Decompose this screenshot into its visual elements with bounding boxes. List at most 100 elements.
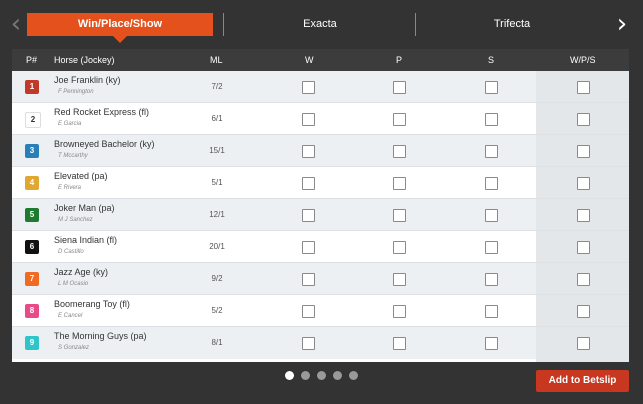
table-row: 6 Siena Indian (fl) D Castillo 20/1 [12,231,536,263]
win-checkbox[interactable] [302,113,315,126]
show-checkbox[interactable] [485,273,498,286]
table-row: 1 Joe Franklin (ky) F Pennington 7/2 [12,71,536,103]
jockey-name: E Garcia [58,121,82,127]
morning-line-odds: 20/1 [209,242,225,251]
horse-name: Joe Franklin (ky) [54,75,121,85]
col-win: W [305,55,314,65]
morning-line-odds: 8/1 [211,338,223,347]
jockey-name: M J Sanchez [58,217,93,223]
col-wps: W/P/S [570,55,596,65]
page-dot-1[interactable] [285,371,294,380]
place-checkbox[interactable] [393,113,406,126]
place-checkbox[interactable] [393,337,406,350]
wps-checkbox[interactable] [577,337,590,350]
horse-name: The Morning Guys (pa) [54,331,147,341]
chevron-left-icon[interactable]: ‹ [6,10,26,38]
col-pp: P# [26,55,38,65]
win-checkbox[interactable] [302,305,315,318]
table-row: 8 Boomerang Toy (fl) E Cancel 5/2 [12,295,536,327]
table-row: 3 Browneyed Bachelor (ky) T Mccarthy 15/1 [12,135,536,167]
place-checkbox[interactable] [393,81,406,94]
morning-line-odds: 9/2 [211,274,223,283]
page-dot-5[interactable] [349,371,358,380]
post-position-badge: 7 [25,272,39,286]
show-checkbox[interactable] [485,177,498,190]
win-checkbox[interactable] [302,337,315,350]
tab-divider [223,13,224,36]
page-dot-3[interactable] [317,371,326,380]
morning-line-odds: 5/2 [211,306,223,315]
col-show: S [488,55,495,65]
add-to-betslip-button[interactable]: Add to Betslip [536,370,629,392]
wps-checkbox[interactable] [577,241,590,254]
bet-type-bar: ‹ Win/Place/Show Exacta Trifecta › [0,0,643,47]
wps-checkbox[interactable] [577,145,590,158]
win-checkbox[interactable] [302,145,315,158]
show-checkbox[interactable] [485,241,498,254]
tab-exacta[interactable]: Exacta [225,13,415,36]
jockey-name: E Rivera [58,185,82,191]
col-ml: ML [210,55,223,65]
tab-label: Trifecta [493,18,531,30]
post-position-badge: 5 [25,208,39,222]
place-checkbox[interactable] [393,209,406,222]
table-row: 5 Joker Man (pa) M J Sanchez 12/1 [12,199,536,231]
chevron-right-icon[interactable]: › [612,10,632,38]
show-checkbox[interactable] [485,81,498,94]
tab-win-place-show[interactable]: Win/Place/Show [27,13,213,43]
jockey-name: E Cancel [58,313,83,319]
wps-checkbox[interactable] [577,113,590,126]
jockey-name: L M Ocasio [58,281,89,287]
place-checkbox[interactable] [393,241,406,254]
place-checkbox[interactable] [393,305,406,318]
wps-checkbox[interactable] [577,177,590,190]
jockey-name: D Castillo [58,249,84,255]
tab-trifecta[interactable]: Trifecta [417,13,607,36]
show-checkbox[interactable] [485,145,498,158]
wps-checkbox[interactable] [577,81,590,94]
post-position-badge: 8 [25,304,39,318]
morning-line-odds: 7/2 [211,82,223,91]
jockey-name: F Pennington [58,89,94,95]
wps-checkbox[interactable] [577,305,590,318]
horse-name: Joker Man (pa) [54,203,115,213]
place-checkbox[interactable] [393,177,406,190]
post-position-badge: 1 [25,80,39,94]
table-row: 7 Jazz Age (ky) L M Ocasio 9/2 [12,263,536,295]
post-position-badge: 4 [25,176,39,190]
morning-line-odds: 12/1 [209,210,225,219]
win-checkbox[interactable] [302,209,315,222]
page-dot-4[interactable] [333,371,342,380]
place-checkbox[interactable] [393,145,406,158]
show-checkbox[interactable] [485,113,498,126]
horse-name: Jazz Age (ky) [54,267,109,277]
post-position-badge: 9 [25,336,39,350]
horse-name: Siena Indian (fl) [54,235,118,245]
win-checkbox[interactable] [302,177,315,190]
jockey-name: S Gonzalez [58,345,90,351]
table-header: P# Horse (Jockey) ML W P S W/P/S [12,49,629,71]
win-checkbox[interactable] [302,241,315,254]
place-checkbox[interactable] [393,273,406,286]
runners-table: P# Horse (Jockey) ML W P S W/P/S 1 Joe Fr… [12,49,629,362]
active-tab-caret [113,36,127,43]
morning-line-odds: 15/1 [209,146,225,155]
show-checkbox[interactable] [485,337,498,350]
wps-checkbox[interactable] [577,209,590,222]
page-dot-2[interactable] [301,371,310,380]
post-position-badge: 6 [25,240,39,254]
table-row: 9 The Morning Guys (pa) S Gonzalez 8/1 [12,327,536,359]
show-checkbox[interactable] [485,209,498,222]
jockey-name: T Mccarthy [58,153,88,159]
horse-name: Boomerang Toy (fl) [54,299,130,309]
tab-divider [415,13,416,36]
tab-label: Exacta [303,18,337,30]
table-row: 2 Red Rocket Express (fl) E Garcia 6/1 [12,103,536,135]
win-checkbox[interactable] [302,273,315,286]
show-checkbox[interactable] [485,305,498,318]
col-place: P [396,55,403,65]
col-horse: Horse (Jockey) [54,55,115,65]
wps-checkbox[interactable] [577,273,590,286]
win-checkbox[interactable] [302,81,315,94]
horse-name: Red Rocket Express (fl) [54,107,150,117]
